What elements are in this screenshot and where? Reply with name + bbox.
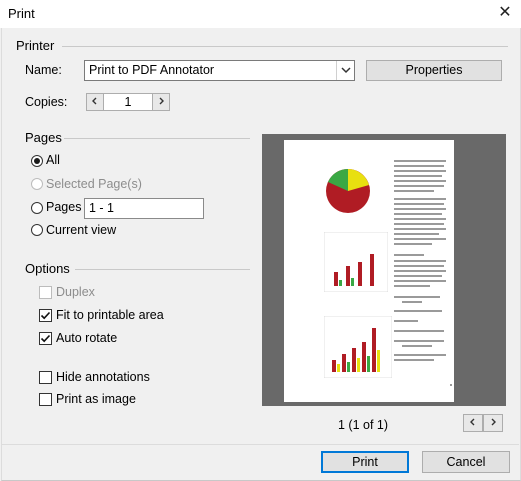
copies-input[interactable]: 1 bbox=[104, 93, 152, 111]
printer-select-value: Print to PDF Annotator bbox=[89, 63, 215, 77]
copies-label: Copies: bbox=[25, 95, 68, 109]
options-group-label: Options bbox=[25, 261, 70, 276]
fit-printable-label[interactable]: Fit to printable area bbox=[56, 308, 164, 322]
copies-increment-button[interactable] bbox=[152, 93, 170, 111]
radio-pages-label[interactable]: Pages bbox=[46, 200, 81, 214]
chevron-right-icon bbox=[159, 97, 164, 105]
pages-range-input[interactable]: 1 - 1 bbox=[84, 198, 204, 219]
chevron-down-icon[interactable] bbox=[336, 61, 355, 80]
preview-prev-button[interactable] bbox=[463, 414, 483, 432]
chevron-left-icon bbox=[92, 97, 97, 105]
duplex-checkbox bbox=[39, 286, 52, 299]
auto-rotate-checkbox[interactable] bbox=[39, 332, 52, 345]
checkmark-icon bbox=[40, 311, 51, 320]
options-group-divider bbox=[75, 269, 250, 270]
window-title: Print bbox=[8, 6, 35, 21]
hide-annotations-label[interactable]: Hide annotations bbox=[56, 370, 150, 384]
auto-rotate-label[interactable]: Auto rotate bbox=[56, 331, 117, 345]
print-as-image-label[interactable]: Print as image bbox=[56, 392, 136, 406]
radio-current-view[interactable] bbox=[31, 224, 43, 236]
duplex-label: Duplex bbox=[56, 285, 95, 299]
printer-group-label: Printer bbox=[16, 38, 55, 53]
radio-selected-pages-label: Selected Page(s) bbox=[46, 177, 142, 191]
radio-pages[interactable] bbox=[31, 202, 43, 214]
thumbnail-pie-chart bbox=[326, 169, 370, 213]
radio-all[interactable] bbox=[31, 155, 43, 167]
radio-current-view-label[interactable]: Current view bbox=[46, 223, 116, 237]
chevron-right-icon bbox=[491, 418, 496, 426]
pages-group-label: Pages bbox=[25, 130, 62, 145]
footer-divider bbox=[1, 444, 519, 445]
printer-select[interactable]: Print to PDF Annotator bbox=[84, 60, 355, 81]
fit-printable-checkbox[interactable] bbox=[39, 309, 52, 322]
printer-group-divider bbox=[62, 46, 508, 47]
thumbnail-bar-chart-1 bbox=[324, 232, 388, 292]
properties-button[interactable]: Properties bbox=[366, 60, 502, 81]
cancel-button[interactable]: Cancel bbox=[422, 451, 510, 473]
preview-next-button[interactable] bbox=[483, 414, 503, 432]
print-as-image-checkbox[interactable] bbox=[39, 393, 52, 406]
radio-selected-pages bbox=[31, 178, 43, 190]
checkmark-icon bbox=[40, 334, 51, 343]
title-bar bbox=[0, 0, 521, 28]
print-button[interactable]: Print bbox=[321, 451, 409, 473]
pages-range-value: 1 - 1 bbox=[89, 201, 115, 215]
copies-decrement-button[interactable] bbox=[86, 93, 104, 111]
preview-page-thumbnail bbox=[284, 140, 454, 402]
close-icon[interactable]: ✕ bbox=[496, 4, 514, 22]
pages-group-divider bbox=[64, 138, 250, 139]
printer-name-label: Name: bbox=[25, 63, 62, 77]
hide-annotations-checkbox[interactable] bbox=[39, 371, 52, 384]
radio-all-label[interactable]: All bbox=[46, 153, 60, 167]
chevron-left-icon bbox=[470, 418, 475, 426]
thumbnail-bar-chart-2 bbox=[324, 316, 392, 378]
preview-page-indicator: 1 (1 of 1) bbox=[338, 418, 389, 432]
